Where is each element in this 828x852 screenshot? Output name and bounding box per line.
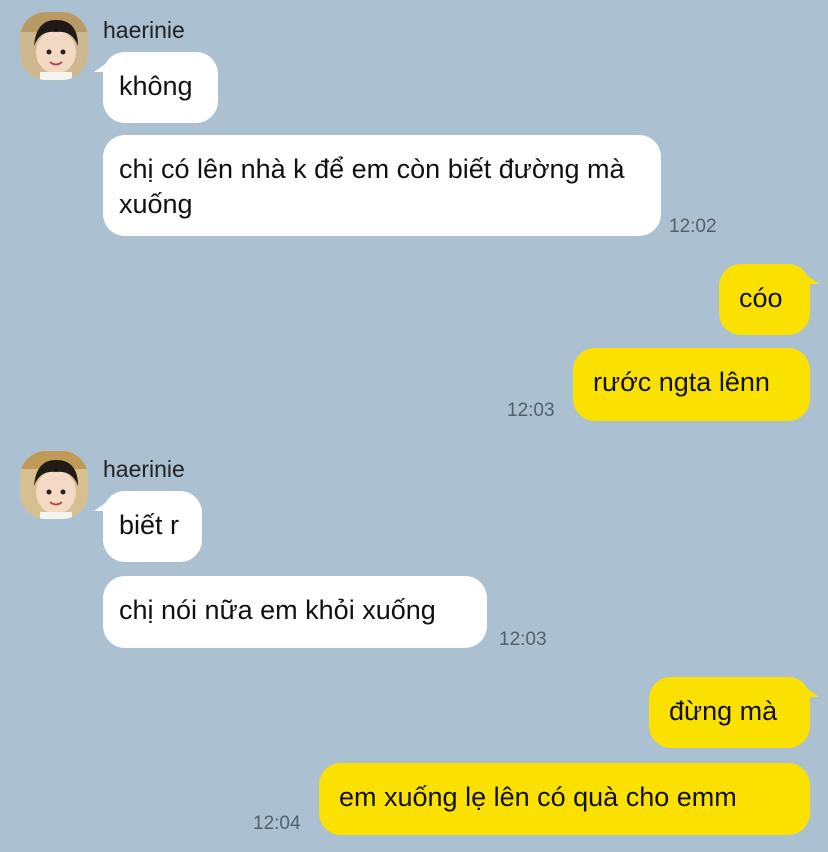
avatar[interactable] — [20, 451, 88, 519]
message-text: biết r — [119, 510, 180, 540]
message-text: em xuống lẹ lên có quà cho emm — [339, 782, 737, 812]
message-text: không — [119, 71, 193, 101]
message-bubble[interactable]: chị có lên nhà k để em còn biết đường mà… — [103, 135, 661, 236]
message-bubble[interactable]: em xuống lẹ lên có quà cho emm — [319, 763, 810, 835]
message-bubble[interactable]: rước ngta lênn — [573, 348, 810, 421]
message-bubble[interactable]: chị nói nữa em khỏi xuống — [103, 576, 487, 648]
message-text: rước ngta lênn — [593, 367, 770, 397]
message-timestamp: 12:03 — [507, 400, 555, 421]
avatar-photo-icon — [20, 451, 88, 519]
message-text: đừng mà — [669, 696, 778, 726]
message-timestamp: 12:02 — [669, 216, 717, 237]
message-bubble[interactable]: biết r — [94, 491, 202, 562]
sender-name: haerinie — [103, 17, 185, 43]
message-bubble[interactable]: cóo — [719, 264, 819, 335]
avatar[interactable] — [20, 12, 88, 80]
message-timestamp: 12:04 — [253, 813, 301, 834]
message-text: cóo — [739, 283, 783, 313]
message-text: chị nói nữa em khỏi xuống — [119, 595, 436, 625]
message-text: chị có lên nhà k để em còn biết đường mà… — [119, 154, 625, 219]
message-timestamp: 12:03 — [499, 629, 547, 650]
sender-name: haerinie — [103, 456, 185, 482]
avatar-photo-icon — [20, 12, 88, 80]
message-bubble[interactable]: đừng mà — [649, 677, 819, 748]
message-bubble[interactable]: không — [94, 52, 218, 123]
